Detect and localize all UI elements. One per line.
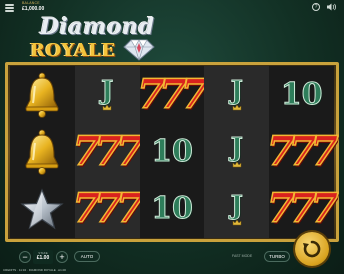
reel-cell: 777 [72,123,145,181]
crown-icon [232,104,242,111]
seven-symbol-text: 777 [136,70,209,118]
seven-symbol-text: 777 [72,185,145,233]
seven-symbol: 777 [266,181,339,238]
jack-symbol: J [204,181,269,238]
speaker-icon[interactable] [327,3,337,11]
reel-cell: 777 [266,123,339,181]
spin-arrows-icon [303,240,321,258]
bell-symbol [10,66,75,123]
seven-symbol: 777 [72,123,145,180]
balance-display: BALANCE £1,000.00 [22,1,45,12]
reel-cell: 10 [269,66,334,124]
fast-mode-label: FAST MODE [232,254,253,258]
jack-symbol-text: J [230,133,243,164]
autoplay-button[interactable]: AUTO [74,251,100,262]
reel-cell: 777 [72,180,145,238]
bell-symbol [10,123,75,180]
ten-symbol-text: 10 [151,133,194,169]
jack-symbol: J [75,66,140,123]
ten-symbol-text: 10 [280,76,323,112]
reel-cell: J [74,66,140,124]
spin-button[interactable] [295,232,329,266]
jack-symbol: J [204,66,269,123]
stake-increase-button[interactable]: + [56,251,68,263]
reel-cell: J [204,123,270,181]
star-symbol [10,181,75,238]
hamburger-menu-icon[interactable] [5,4,14,12]
jack-symbol-text: J [230,76,243,107]
bell-icon [25,72,60,118]
footer-info: CREDITS · 11:32 · DIAMOND ROYALE · £1.00 [3,268,66,272]
stake-value: £1.00 [36,255,50,261]
seven-symbol-text: 777 [266,127,339,175]
jack-symbol: J [204,123,269,180]
ten-symbol: 10 [140,123,205,180]
reel-cell: J [204,180,270,238]
reel-cell: 777 [136,66,209,124]
seven-symbol-text: 777 [72,127,145,175]
star-icon [20,188,65,230]
reel-cell: J [204,66,270,124]
game-logo: Diamond ROYALE [0,14,344,62]
seven-symbol-text: 777 [266,185,339,233]
balance-label: BALANCE [22,1,40,5]
reel-cell: 777 [266,180,339,238]
seven-symbol: 777 [72,181,145,238]
ten-symbol: 10 [269,66,334,123]
crown-icon [232,162,242,168]
logo-subtitle: ROYALE [30,40,116,61]
seven-symbol: 777 [266,123,339,180]
logo-title: Diamond [40,14,155,40]
reel-cell: 10 [139,180,205,238]
reel-cell [10,123,75,181]
reel-cell: 10 [139,123,205,181]
stake-decrease-button[interactable]: − [19,251,31,263]
crown-icon [102,104,112,111]
seven-symbol: 777 [136,66,209,123]
help-icon[interactable]: ? [312,3,320,11]
jack-symbol-text: J [230,190,243,221]
reel-grid: J 777 J 10 777 10 J 777 777 10 J 777 [10,66,339,238]
stake-display: STAKE £1.00 [33,250,53,264]
reel-cell [10,66,75,124]
ten-symbol-text: 10 [151,191,194,227]
balance-value: £1,000.00 [22,5,45,12]
bell-icon [25,129,60,175]
ten-symbol: 10 [140,181,205,238]
jack-symbol-text: J [101,76,114,107]
turbo-button[interactable]: TURBO [264,251,290,262]
diamond-logo-icon [123,39,155,61]
reel-cell [10,180,75,238]
crown-icon [232,219,242,226]
